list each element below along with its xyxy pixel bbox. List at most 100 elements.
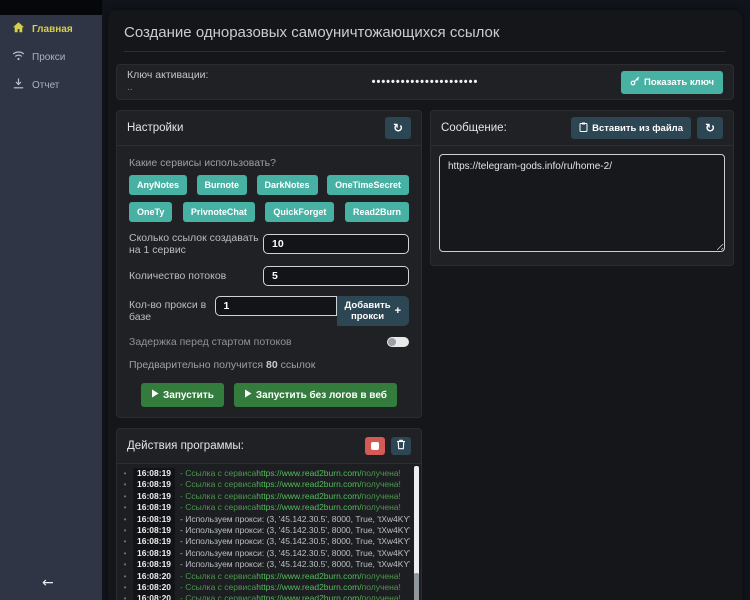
message-card: Сообщение: Вставить из файла ↻ xyxy=(430,110,734,266)
paste-from-file-label: Вставить из файла xyxy=(592,123,683,134)
service-button[interactable]: Burnote xyxy=(197,175,248,195)
links-per-service-input[interactable] xyxy=(263,234,409,254)
log-text: получена! xyxy=(362,582,401,593)
sidebar-item-label: Главная xyxy=(32,24,73,35)
log-text: • xyxy=(117,491,133,502)
add-proxy-button[interactable]: Добавить прокси + xyxy=(337,296,409,326)
log-row: •16:08:19- Ссылка с сервиса https://www.… xyxy=(117,468,410,479)
log-timestamp: 16:08:19 xyxy=(133,536,175,547)
refresh-icon: ↻ xyxy=(705,122,715,134)
wifi-icon xyxy=(12,49,25,65)
service-button[interactable]: PrivnoteChat xyxy=(183,202,255,222)
log-row: •16:08:19- Используем прокси: (3, '45.14… xyxy=(117,536,410,547)
service-button[interactable]: OneTimeSecret xyxy=(327,175,409,195)
plus-icon: + xyxy=(395,306,401,317)
delay-toggle-switch[interactable] xyxy=(387,337,409,347)
sidebar-item-label: Прокси xyxy=(32,52,65,63)
service-button[interactable]: DarkNotes xyxy=(257,175,318,195)
log-timestamp: 16:08:19 xyxy=(133,479,175,490)
service-button[interactable]: QuickForget xyxy=(265,202,334,222)
links-per-service-label: Сколько ссылок создавать на 1 сервис xyxy=(129,232,263,256)
log-text: https://www.read2burn.com/ xyxy=(256,468,361,479)
log-timestamp: 16:08:19 xyxy=(133,525,175,536)
app-window: Главная Прокси Отчет ← Создание одноразо… xyxy=(0,0,750,600)
log-text: • xyxy=(117,582,133,593)
run-button[interactable]: Запустить xyxy=(141,383,224,407)
log-list: •16:08:19- Ссылка с сервиса https://www.… xyxy=(117,468,410,600)
sidebar-item-label: Отчет xyxy=(32,80,59,91)
message-textarea[interactable]: https://telegram-gods.info/ru/home-2/ xyxy=(439,154,725,252)
run-no-logs-label: Запустить без логов в веб xyxy=(256,390,387,401)
log-timestamp: 16:08:19 xyxy=(133,548,175,559)
collapse-sidebar-arrow-icon[interactable]: ← xyxy=(42,576,54,590)
log-row: •16:08:20- Ссылка с сервиса https://www.… xyxy=(117,593,410,600)
threads-row: Количество потоков xyxy=(129,266,409,286)
log-text: • xyxy=(117,593,133,600)
play-icon xyxy=(244,389,252,401)
sidebar-item-proxy[interactable]: Прокси xyxy=(0,43,102,71)
log-header: Действия программы: xyxy=(117,429,421,464)
log-timestamp: 16:08:20 xyxy=(133,582,175,593)
proxy-count-input[interactable] xyxy=(215,296,337,316)
service-button[interactable]: AnyNotes xyxy=(129,175,187,195)
message-header: Сообщение: Вставить из файла ↻ xyxy=(431,111,733,146)
log-row: •16:08:19- Используем прокси: (3, '45.14… xyxy=(117,559,410,570)
log-scroll-area[interactable]: •16:08:19- Ссылка с сервиса https://www.… xyxy=(117,464,421,600)
preview-suffix: ссылок xyxy=(281,359,316,371)
stop-icon xyxy=(371,442,379,450)
log-text: • xyxy=(117,559,133,570)
settings-header: Настройки ↻ xyxy=(117,111,421,146)
log-text: - Ссылка с сервиса xyxy=(180,502,256,513)
settings-refresh-button[interactable]: ↻ xyxy=(385,117,411,139)
two-column-row: Настройки ↻ Какие сервисы использовать? … xyxy=(116,110,734,418)
services-question-label: Какие сервисы использовать? xyxy=(129,157,409,169)
log-row: •16:08:19- Ссылка с сервиса https://www.… xyxy=(117,479,410,490)
log-text: - Используем прокси: (3, '45.142.30.5', … xyxy=(180,536,410,547)
service-button[interactable]: OneTy xyxy=(129,202,172,222)
log-text: - Ссылка с сервиса xyxy=(180,582,256,593)
log-text: https://www.read2burn.com/ xyxy=(256,571,361,582)
proxy-count-label: Кол-во прокси в базе xyxy=(129,299,215,323)
log-text: https://www.read2burn.com/ xyxy=(256,582,361,593)
settings-body: Какие сервисы использовать? AnyNotes Burn… xyxy=(117,146,421,417)
preview-links-text: Предварительно получится 80 ссылок xyxy=(129,359,409,371)
home-icon xyxy=(12,21,25,37)
sidebar-item-report[interactable]: Отчет xyxy=(0,71,102,99)
log-scrollbar-thumb[interactable] xyxy=(414,573,419,600)
log-row: •16:08:20- Ссылка с сервиса https://www.… xyxy=(117,571,410,582)
log-text: https://www.read2burn.com/ xyxy=(256,593,361,600)
preview-prefix: Предварительно получится xyxy=(129,359,263,371)
log-timestamp: 16:08:19 xyxy=(133,491,175,502)
log-text: • xyxy=(117,514,133,525)
proxy-count-row: Кол-во прокси в базе Добавить прокси + xyxy=(129,296,409,326)
log-text: - Ссылка с сервиса xyxy=(180,479,256,490)
log-text: получена! xyxy=(362,491,401,502)
log-text: • xyxy=(117,548,133,559)
toggle-knob xyxy=(388,338,396,346)
log-text: • xyxy=(117,571,133,582)
message-refresh-button[interactable]: ↻ xyxy=(697,117,723,139)
sidebar-item-home[interactable]: Главная xyxy=(0,15,102,43)
service-button[interactable]: Read2Burn xyxy=(345,202,409,222)
log-timestamp: 16:08:19 xyxy=(133,468,175,479)
clear-log-button[interactable] xyxy=(391,437,411,455)
threads-input[interactable] xyxy=(263,266,409,286)
message-title: Сообщение: xyxy=(441,122,507,134)
paste-from-file-button[interactable]: Вставить из файла xyxy=(571,117,691,139)
stop-button[interactable] xyxy=(365,437,385,455)
message-body: https://telegram-gods.info/ru/home-2/ xyxy=(431,146,733,265)
services-list: AnyNotes Burnote DarkNotes OneTimeSecret One… xyxy=(129,175,409,222)
run-no-logs-button[interactable]: Запустить без логов в веб xyxy=(234,383,397,407)
log-row: •16:08:19- Используем прокси: (3, '45.14… xyxy=(117,525,410,536)
delay-toggle-label: Задержка перед стартом потоков xyxy=(129,336,292,348)
delay-toggle-row: Задержка перед стартом потоков xyxy=(129,336,409,348)
log-text: • xyxy=(117,468,133,479)
log-text: - Используем прокси: (3, '45.142.30.5', … xyxy=(180,559,410,570)
log-timestamp: 16:08:19 xyxy=(133,502,175,513)
log-scrollbar[interactable] xyxy=(414,466,419,600)
log-row: •16:08:19- Используем прокси: (3, '45.14… xyxy=(117,514,410,525)
show-key-button[interactable]: Показать ключ xyxy=(621,71,723,94)
clipboard-icon xyxy=(579,122,588,135)
log-timestamp: 16:08:20 xyxy=(133,593,175,600)
log-row: •16:08:19- Используем прокси: (3, '45.14… xyxy=(117,548,410,559)
